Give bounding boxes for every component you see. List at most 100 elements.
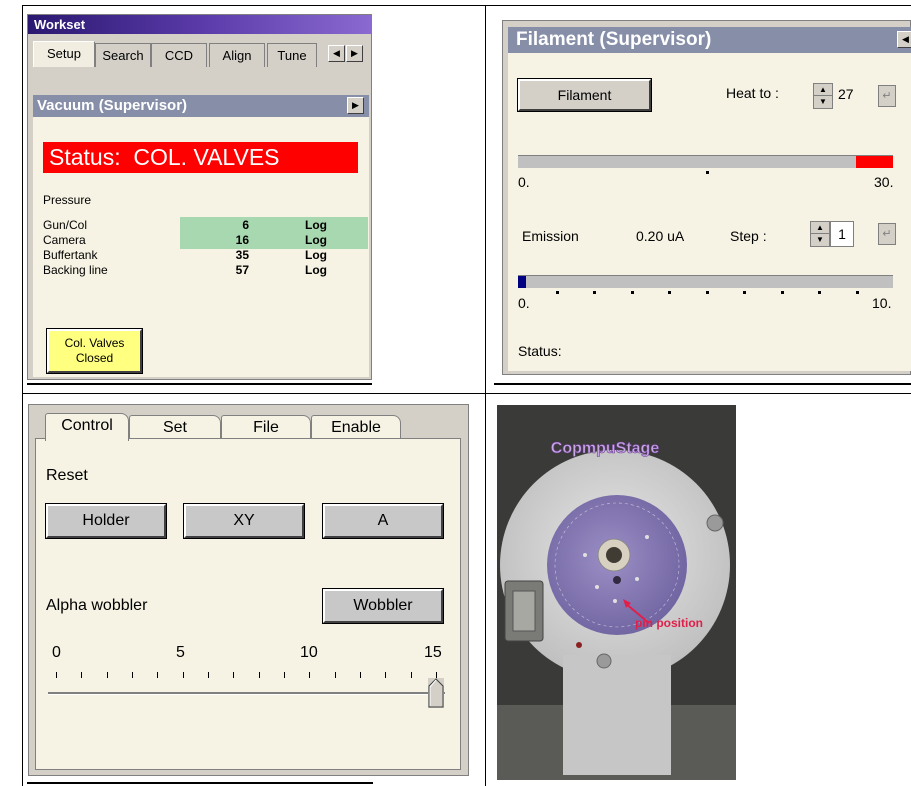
row-mode-camera[interactable]: Log xyxy=(305,233,327,247)
slider-tick xyxy=(334,672,336,678)
row-label-backing-line: Backing line xyxy=(43,263,108,277)
heat-bar-fill xyxy=(856,156,893,168)
grid-line-left xyxy=(22,5,23,786)
compustage-photo: CopmpuStage pin position xyxy=(497,405,736,780)
spin-down-icon[interactable]: ▼ xyxy=(814,96,832,108)
filament-window: Filament (Supervisor) ◀ Filament Heat to… xyxy=(502,20,911,375)
wobbler-button[interactable]: Wobbler xyxy=(322,588,444,624)
grid-line-top xyxy=(22,5,911,6)
panel-expand-icon[interactable]: ▶ xyxy=(347,97,364,114)
row-mode-buffertank[interactable]: Log xyxy=(305,248,327,262)
tab-align[interactable]: Align xyxy=(209,43,265,67)
photo-title: CopmpuStage xyxy=(551,440,660,457)
row-label-gun-col: Gun/Col xyxy=(43,218,88,232)
emission-tick xyxy=(855,291,859,294)
emission-bar-fill xyxy=(518,276,526,288)
emission-max-label: 10. xyxy=(872,295,892,311)
vacuum-status-bar: Status: COL. VALVES xyxy=(43,142,358,173)
slider-tick xyxy=(360,672,361,678)
emission-tick xyxy=(668,291,671,294)
vacuum-title-text: Vacuum (Supervisor) xyxy=(37,97,188,114)
emission-tick xyxy=(705,291,709,294)
slider-thumb[interactable] xyxy=(428,678,444,708)
tab-search[interactable]: Search xyxy=(95,43,151,67)
tab-ccd[interactable]: CCD xyxy=(151,43,207,67)
filament-button[interactable]: Filament xyxy=(517,78,652,112)
emission-tick xyxy=(630,291,634,294)
scale-label-15: 15 xyxy=(424,644,442,661)
workset-window: Workset Setup Search CCD Align Tune ◀ ▶ … xyxy=(27,14,372,380)
slider-tick xyxy=(233,672,235,678)
grid-line-center xyxy=(485,5,486,786)
spin-up-icon[interactable]: ▲ xyxy=(814,84,832,96)
col-valves-line2: Closed xyxy=(75,351,114,365)
pin-position-label: pin position xyxy=(635,616,703,630)
step-value[interactable]: 1 xyxy=(830,221,854,247)
heat-min-label: 0. xyxy=(518,174,530,190)
slider-tick xyxy=(284,672,285,678)
slider-tick xyxy=(309,672,311,678)
heat-value: 27 xyxy=(838,86,854,102)
step-spinner[interactable]: ▲ ▼ xyxy=(810,221,830,247)
cell-underline-3 xyxy=(27,782,373,784)
slider-tick xyxy=(208,672,209,678)
reset-label: Reset xyxy=(46,467,88,484)
step-enter-icon[interactable]: ↵ xyxy=(878,223,896,245)
indicator-dot xyxy=(576,642,582,648)
slider-tick xyxy=(385,672,387,678)
row-label-camera: Camera xyxy=(43,233,86,247)
slider-tick xyxy=(132,672,133,678)
camera-highlight xyxy=(180,233,368,249)
emission-tick xyxy=(593,291,596,294)
tab-scroll-left-icon[interactable]: ◀ xyxy=(328,45,345,62)
filament-status-label: Status: xyxy=(518,343,562,359)
spin-up-icon[interactable]: ▲ xyxy=(811,222,829,234)
tab-tune[interactable]: Tune xyxy=(267,43,317,67)
cell-underline-2 xyxy=(494,383,911,385)
col-valves-line1: Col. Valves xyxy=(64,336,125,350)
tab-scroll-right-icon[interactable]: ▶ xyxy=(346,45,363,62)
scale-label-10: 10 xyxy=(300,644,318,661)
row-value-camera: 16 xyxy=(235,233,249,247)
col-valves-button[interactable]: Col. Valves Closed xyxy=(46,328,143,374)
heat-to-label: Heat to : xyxy=(726,85,779,101)
filament-panel-body: Filament Heat to : ▲ ▼ 27 ↵ 0. 30. Emiss… xyxy=(508,53,911,371)
row-mode-gun-col[interactable]: Log xyxy=(305,218,327,232)
slider-tick xyxy=(258,672,260,678)
control-panel-body: Reset Holder XY A Alpha wobbler Wobbler … xyxy=(35,438,461,770)
emission-value: 0.20 uA xyxy=(636,228,685,244)
slider-tick xyxy=(157,672,159,678)
row-mode-backing-line[interactable]: Log xyxy=(305,263,327,277)
emission-label: Emission xyxy=(522,228,579,244)
row-value-backing-line: 57 xyxy=(235,263,249,277)
emission-tick xyxy=(743,291,746,294)
vacuum-panel-body: Status: COL. VALVES Pressure Gun/Col 6 L… xyxy=(33,117,369,377)
tab-setup[interactable]: Setup xyxy=(33,41,95,67)
spin-down-icon[interactable]: ▼ xyxy=(811,234,829,246)
heat-bar xyxy=(518,155,893,168)
holder-button[interactable]: Holder xyxy=(45,503,167,539)
emission-bar xyxy=(518,275,893,288)
emission-tick xyxy=(818,291,821,294)
slider-tick xyxy=(410,672,412,678)
panel-collapse-icon[interactable]: ◀ xyxy=(897,31,911,48)
screw-right xyxy=(706,514,724,532)
scale-label-5: 5 xyxy=(176,644,185,661)
row-value-gun-col: 6 xyxy=(242,218,249,232)
heat-max-label: 30. xyxy=(874,174,894,190)
cell-underline-1 xyxy=(27,383,372,385)
heat-bar-tick xyxy=(706,171,709,174)
filament-panel-title: Filament (Supervisor) xyxy=(508,27,911,53)
stage-neck xyxy=(563,655,671,775)
pressure-label: Pressure xyxy=(43,193,92,207)
heat-enter-icon[interactable]: ↵ xyxy=(878,85,896,107)
center-hole xyxy=(606,547,622,563)
a-button[interactable]: A xyxy=(322,503,444,539)
disc-hole xyxy=(613,576,621,584)
emission-tick xyxy=(555,291,559,294)
emission-tick xyxy=(780,291,784,294)
heat-spinner[interactable]: ▲ ▼ xyxy=(813,83,833,109)
slider-tick xyxy=(106,672,108,678)
tab-control[interactable]: Control xyxy=(45,413,129,441)
xy-button[interactable]: XY xyxy=(183,503,305,539)
